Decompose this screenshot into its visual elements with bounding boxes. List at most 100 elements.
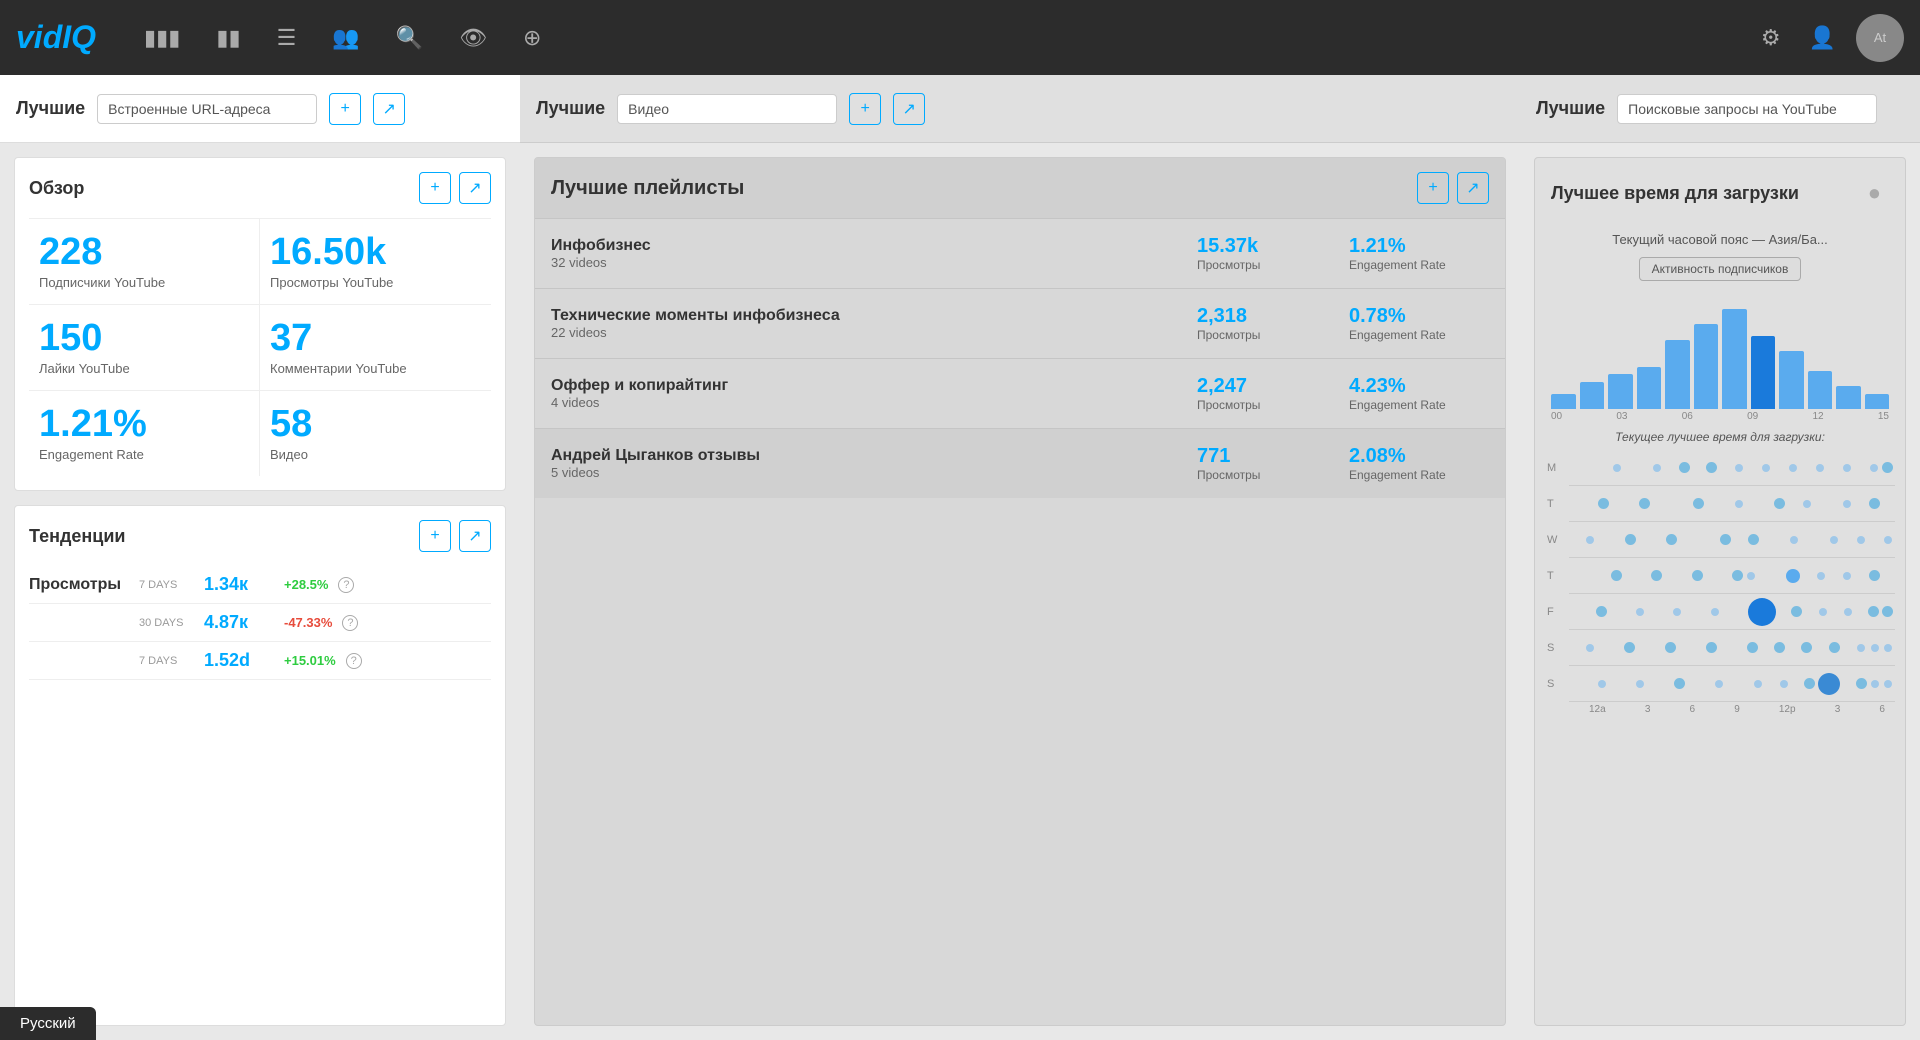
scatter-dot bbox=[1747, 642, 1758, 653]
mid-add-button[interactable]: + bbox=[849, 93, 881, 125]
scatter-dot bbox=[1804, 678, 1815, 689]
scatter-plot: MTWTFSS 12a 3 6 9 12p 3 6 bbox=[1545, 450, 1895, 717]
avatar[interactable]: At bbox=[1856, 14, 1904, 62]
scatter-dot bbox=[1843, 464, 1851, 472]
bar-1 bbox=[1580, 382, 1605, 409]
left-top-strip: Лучшие + ↗ bbox=[0, 75, 520, 143]
bar-chart bbox=[1535, 289, 1905, 409]
mid-expand-button[interactable]: ↗ bbox=[893, 93, 925, 125]
trend-row-1: 30 DAYS 4.87к -47.33% ? bbox=[29, 604, 491, 642]
trends-expand-button[interactable]: ↗ bbox=[459, 520, 491, 552]
playlist-views-2: 2,247 Просмотры bbox=[1197, 375, 1337, 412]
eye-icon[interactable]: 👁 bbox=[451, 17, 495, 59]
scatter-dot bbox=[1871, 680, 1879, 688]
scatter-dot bbox=[1869, 498, 1880, 509]
scatter-dot bbox=[1711, 608, 1719, 616]
add-widget-button[interactable]: + bbox=[329, 93, 361, 125]
scatter-dot bbox=[1679, 462, 1690, 473]
scatter-dot bbox=[1857, 644, 1865, 652]
scatter-dot bbox=[1843, 500, 1851, 508]
users-icon[interactable]: 👥 bbox=[324, 17, 367, 59]
trend-period-0: 7 DAYS bbox=[139, 579, 194, 591]
trend-row-2: 7 DAYS 1.52d +15.01% ? bbox=[29, 642, 491, 680]
playlist-name-3: Андрей Цыганков отзывы bbox=[551, 447, 1185, 465]
trend-row-0: Просмотры 7 DAYS 1.34к +28.5% ? bbox=[29, 566, 491, 604]
bar-7 bbox=[1751, 336, 1776, 409]
gear-icon[interactable]: ⚙ bbox=[1753, 17, 1789, 59]
scatter-row-3: T bbox=[1569, 558, 1895, 594]
playlist-count-2: 4 videos bbox=[551, 395, 1185, 410]
stat-videos: 58 Видео bbox=[260, 390, 491, 476]
film-icon[interactable]: ▮▮ bbox=[208, 17, 248, 59]
user-icon[interactable]: 👤 bbox=[1801, 17, 1844, 59]
scatter-dot bbox=[1706, 642, 1717, 653]
playlist-count-0: 32 videos bbox=[551, 255, 1185, 270]
overview-header: Обзор + ↗ bbox=[29, 172, 491, 204]
trend-info-1[interactable]: ? bbox=[342, 615, 358, 631]
scatter-dot bbox=[1786, 569, 1800, 583]
playlist-info-1: Технические моменты инфобизнеса 22 video… bbox=[551, 307, 1185, 340]
scatter-dot bbox=[1598, 680, 1606, 688]
scatter-dot bbox=[1639, 498, 1650, 509]
mid-strip-label: Лучшие bbox=[536, 98, 605, 119]
list-icon[interactable]: ☰ bbox=[269, 17, 305, 59]
trend-change-1: -47.33% bbox=[284, 615, 332, 630]
trends-add-button[interactable]: + bbox=[419, 520, 451, 552]
plus-circle-icon[interactable]: ⊕ bbox=[515, 17, 549, 59]
overview-title: Обзор bbox=[29, 178, 84, 199]
playlists-expand-button[interactable]: ↗ bbox=[1457, 172, 1489, 204]
playlists-card: Лучшие плейлисты + ↗ Инфобизнес 32 video… bbox=[534, 157, 1506, 1026]
search-icon[interactable]: 🔍 bbox=[388, 17, 431, 59]
right-strip-label: Лучшие bbox=[1536, 98, 1605, 119]
scatter-dot bbox=[1818, 673, 1840, 695]
playlist-row-3: Андрей Цыганков отзывы 5 videos 771 Прос… bbox=[535, 428, 1505, 498]
mid-strip-input[interactable] bbox=[617, 94, 837, 124]
stat-views-value: 16.50k bbox=[270, 233, 481, 271]
activity-btn[interactable]: Активность подписчиков bbox=[1639, 257, 1802, 281]
stat-videos-label: Видео bbox=[270, 447, 481, 462]
scatter-dot bbox=[1748, 534, 1759, 545]
trends-card: Тенденции + ↗ Просмотры 7 DAYS 1.34к +28… bbox=[14, 505, 506, 1026]
trend-period-1: 30 DAYS bbox=[139, 617, 194, 629]
scatter-dot bbox=[1843, 572, 1851, 580]
scatter-dot bbox=[1747, 572, 1755, 580]
bar-8 bbox=[1779, 351, 1804, 409]
stat-subscribers: 228 Подписчики YouTube bbox=[29, 218, 260, 304]
scatter-dot bbox=[1611, 570, 1622, 581]
playlist-row-1: Технические моменты инфобизнеса 22 video… bbox=[535, 288, 1505, 358]
playlist-count-3: 5 videos bbox=[551, 465, 1185, 480]
overview-add-button[interactable]: + bbox=[419, 172, 451, 204]
language-badge: Русский bbox=[0, 1007, 96, 1040]
scatter-dot bbox=[1636, 608, 1644, 616]
stat-comments-label: Комментарии YouTube bbox=[270, 361, 481, 376]
scatter-row-1: T bbox=[1569, 486, 1895, 522]
playlist-name-1: Технические моменты инфобизнеса bbox=[551, 307, 1185, 325]
stat-engagement: 1.21% Engagement Rate bbox=[29, 390, 260, 476]
trend-info-0[interactable]: ? bbox=[338, 577, 354, 593]
playlist-info-0: Инфобизнес 32 videos bbox=[551, 237, 1185, 270]
scatter-dot bbox=[1653, 464, 1661, 472]
scatter-dot bbox=[1790, 536, 1798, 544]
overview-expand-button[interactable]: ↗ bbox=[459, 172, 491, 204]
scatter-dot bbox=[1715, 680, 1723, 688]
clock-icon[interactable]: ● bbox=[1860, 172, 1889, 214]
trend-info-2[interactable]: ? bbox=[346, 653, 362, 669]
stat-views: 16.50k Просмотры YouTube bbox=[260, 218, 491, 304]
left-strip-input[interactable] bbox=[97, 94, 317, 124]
chart-bar-icon[interactable]: ▮▮▮ bbox=[136, 17, 188, 59]
stat-likes-value: 150 bbox=[39, 319, 249, 357]
scatter-dot bbox=[1830, 536, 1838, 544]
playlist-row-2: Оффер и копирайтинг 4 videos 2,247 Просм… bbox=[535, 358, 1505, 428]
playlist-rate-0: 1.21% Engagement Rate bbox=[1349, 235, 1489, 272]
right-strip-input[interactable] bbox=[1617, 94, 1877, 124]
scatter-dot bbox=[1636, 680, 1644, 688]
scatter-dot bbox=[1882, 606, 1893, 617]
playlist-info-2: Оффер и копирайтинг 4 videos bbox=[551, 377, 1185, 410]
expand-button[interactable]: ↗ bbox=[373, 93, 405, 125]
scatter-dot bbox=[1754, 680, 1762, 688]
scatter-dot bbox=[1666, 534, 1677, 545]
playlists-add-button[interactable]: + bbox=[1417, 172, 1449, 204]
scatter-dot bbox=[1625, 534, 1636, 545]
bar-10 bbox=[1836, 386, 1861, 409]
scatter-row-6: S bbox=[1569, 666, 1895, 702]
